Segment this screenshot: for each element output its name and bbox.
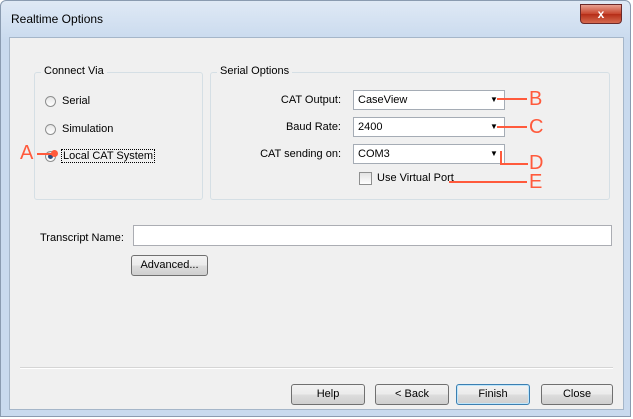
close-button[interactable]: Close (541, 384, 613, 405)
baud-rate-label: Baud Rate: (285, 121, 341, 133)
transcript-name-label: Transcript Name: (40, 232, 124, 244)
callout-letter-e: E (529, 171, 543, 193)
callout-line-b (497, 98, 527, 100)
cat-output-label: CAT Output: (280, 94, 341, 106)
cat-sending-on-label: CAT sending on: (260, 148, 341, 160)
callout-letter-a: A (20, 142, 34, 164)
dialog-window: Realtime Options x Connect Via Serial Si… (0, 0, 631, 417)
back-button[interactable]: < Back (375, 384, 449, 405)
callout-letter-c: C (529, 116, 544, 138)
serial-options-label: Serial Options (217, 65, 293, 77)
cat-output-value: CaseView (358, 94, 408, 106)
virtual-port-checkbox[interactable] (359, 172, 372, 185)
cat-sending-on-dropdown[interactable]: COM3 ▼ (353, 144, 505, 164)
radio-local-cat-label: Local CAT System (60, 149, 156, 163)
radio-simulation-label: Simulation (62, 123, 114, 135)
connect-via-group: Connect Via Serial Simulation Local CAT … (34, 65, 203, 200)
radio-simulation-indicator[interactable] (45, 124, 56, 135)
connect-via-label: Connect Via (41, 65, 107, 77)
callout-line-c (497, 126, 527, 128)
chevron-down-icon: ▼ (490, 149, 498, 158)
callout-letter-d: D (529, 152, 544, 174)
footer-separator (20, 367, 613, 369)
close-icon: x (597, 7, 605, 21)
title-bar[interactable]: Realtime Options x (1, 1, 630, 37)
callout-letter-b: B (529, 88, 543, 110)
serial-options-group: Serial Options CAT Output: CaseView ▼ Ba… (210, 65, 610, 200)
radio-serial-indicator[interactable] (45, 96, 56, 107)
baud-rate-dropdown[interactable]: 2400 ▼ (353, 117, 505, 137)
transcript-name-input[interactable] (133, 225, 612, 246)
virtual-port-label[interactable]: Use Virtual Port (377, 172, 454, 184)
radio-serial-label: Serial (62, 95, 91, 107)
help-button[interactable]: Help (291, 384, 365, 405)
baud-rate-value: 2400 (358, 121, 383, 133)
finish-button[interactable]: Finish (456, 384, 530, 405)
window-close-button[interactable]: x (580, 4, 622, 24)
cat-output-dropdown[interactable]: CaseView ▼ (353, 90, 505, 110)
callout-line-d (500, 163, 528, 165)
advanced-button[interactable]: Advanced... (131, 255, 208, 276)
chevron-down-icon: ▼ (490, 95, 498, 104)
window-title: Realtime Options (11, 12, 104, 26)
callout-line-e (449, 181, 527, 183)
callout-dot-a (51, 150, 58, 157)
cat-sending-on-value: COM3 (358, 148, 390, 160)
